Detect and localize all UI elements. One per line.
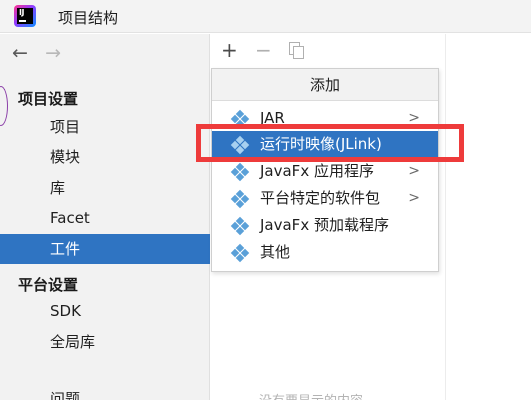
sidebar-item-facets[interactable]: Facet xyxy=(0,203,210,233)
window-title: 项目结构 xyxy=(58,9,119,27)
title-bar: IJ 项目结构 xyxy=(0,0,531,33)
forward-arrow-icon[interactable]: → xyxy=(45,42,69,64)
artifact-icon xyxy=(230,216,250,236)
remove-icon[interactable]: − xyxy=(255,38,272,62)
menu-item-platform-package[interactable]: 平台特定的软件包 > xyxy=(212,185,438,211)
add-icon[interactable]: + xyxy=(221,38,238,62)
sidebar-item-artifacts[interactable]: 工件 xyxy=(0,234,210,264)
artifacts-toolbar: + − xyxy=(211,34,445,66)
copy-icon[interactable] xyxy=(289,42,305,60)
sidebar-item-project[interactable]: 项目 xyxy=(0,112,210,142)
chevron-right-icon: > xyxy=(408,190,420,206)
menu-item-label: 运行时映像(JLink) xyxy=(260,135,382,153)
sidebar: ← → 项目设置 项目 模块 库 Facet 工件 平台设置 SDK 全局库 问… xyxy=(0,34,210,400)
sidebar-item-problems[interactable]: 问题 xyxy=(0,384,210,400)
sidebar-item-modules[interactable]: 模块 xyxy=(0,142,210,172)
artifact-icon xyxy=(230,189,250,209)
artifact-icon xyxy=(230,135,250,155)
sidebar-item-libraries[interactable]: 库 xyxy=(0,173,210,203)
artifact-icon xyxy=(230,243,250,263)
menu-item-jar[interactable]: JAR > xyxy=(212,105,438,131)
popup-header: 添加 xyxy=(212,69,438,101)
intellij-idea-icon: IJ xyxy=(14,5,36,27)
artifact-icon xyxy=(230,109,250,129)
chevron-right-icon: > xyxy=(408,163,420,179)
menu-item-other[interactable]: 其他 xyxy=(212,239,438,265)
menu-item-javafx-preloader[interactable]: JavaFx 预加载程序 xyxy=(212,212,438,238)
back-arrow-icon[interactable]: ← xyxy=(12,42,36,64)
menu-item-label: JAR xyxy=(260,109,285,127)
menu-item-label: 平台特定的软件包 xyxy=(260,189,381,207)
menu-item-label: 其他 xyxy=(260,243,291,261)
platform-settings-header: 平台设置 xyxy=(18,276,79,294)
menu-item-label: JavaFx 应用程序 xyxy=(260,162,374,180)
artifact-icon xyxy=(230,162,250,182)
project-settings-header: 项目设置 xyxy=(18,90,79,108)
nav-arrows: ← → xyxy=(12,42,69,64)
chevron-right-icon: > xyxy=(408,110,420,126)
details-panel xyxy=(445,34,531,400)
menu-item-label: JavaFx 预加载程序 xyxy=(260,216,389,234)
menu-item-jlink-runtime-image[interactable]: 运行时映像(JLink) xyxy=(212,131,438,157)
menu-item-javafx-application[interactable]: JavaFx 应用程序 > xyxy=(212,158,438,184)
add-artifact-popup: 添加 JAR > 运行时映像(JLink) JavaFx 应用程序 > 平台特定… xyxy=(211,68,439,272)
sidebar-item-sdks[interactable]: SDK xyxy=(0,296,210,326)
sidebar-item-global-libraries[interactable]: 全局库 xyxy=(0,327,210,357)
empty-hint: 没有要显示的内容 xyxy=(259,390,363,400)
